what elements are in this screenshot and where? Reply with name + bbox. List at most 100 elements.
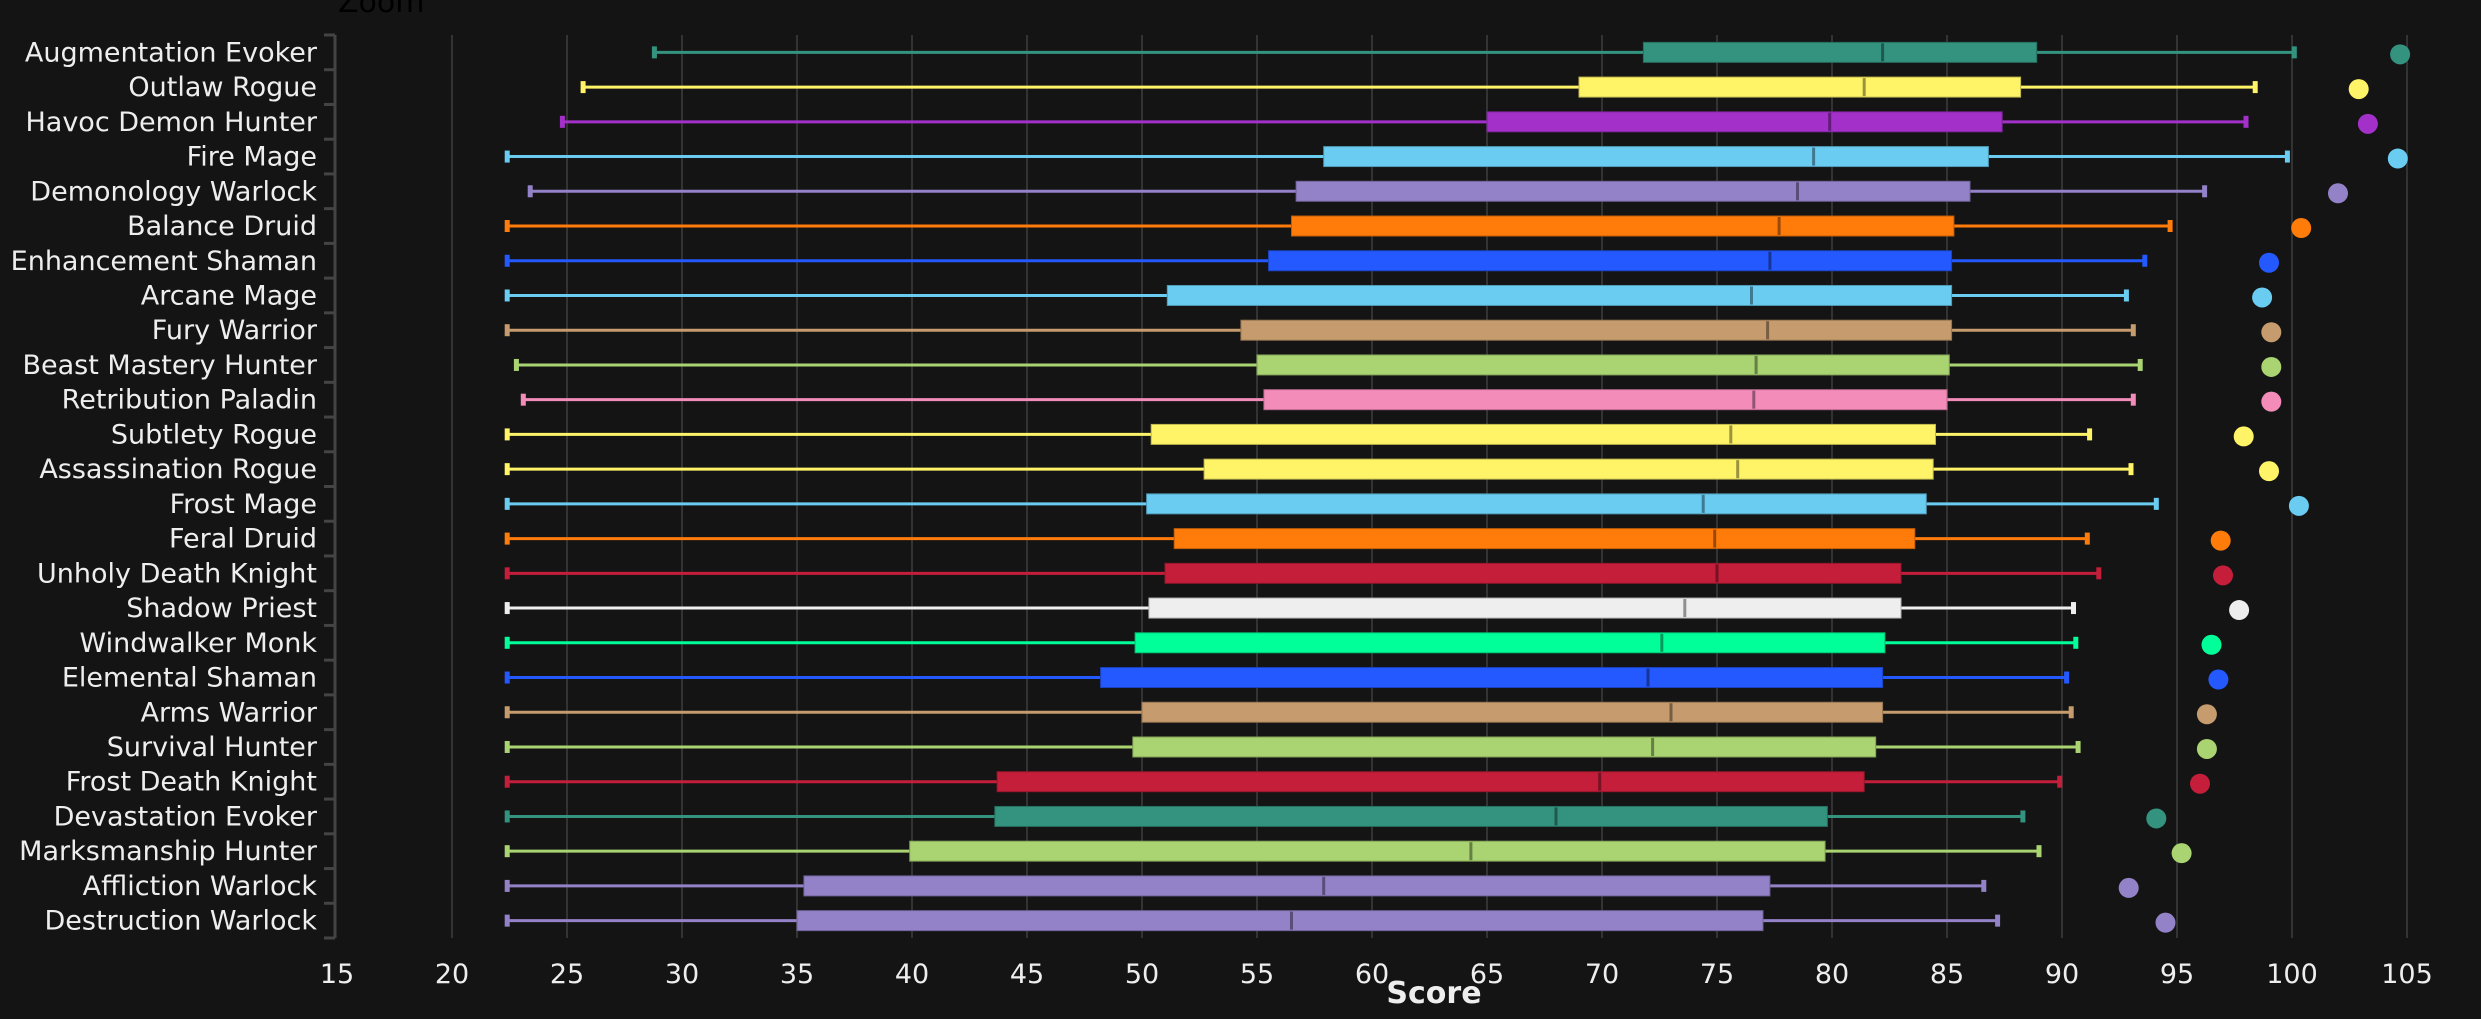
iqr-box	[1486, 111, 2003, 133]
y-category-label: Shadow Priest	[126, 593, 317, 624]
outlier-point	[2190, 773, 2210, 794]
box-group	[504, 701, 2217, 725]
box-group	[504, 632, 2222, 655]
iqr-box	[1166, 284, 1953, 306]
zoom-label[interactable]: Zoom	[338, 0, 424, 20]
x-tick-label: 25	[550, 959, 584, 990]
whisker-cap-min	[504, 497, 510, 510]
whisker-cap-max	[2075, 740, 2081, 753]
iqr-box	[1164, 562, 1902, 584]
whisker-cap-max	[2202, 185, 2208, 198]
box-group	[504, 771, 2210, 794]
x-tick-label: 50	[1125, 959, 1159, 990]
box-group	[580, 76, 2369, 100]
outlier-point	[2261, 322, 2282, 343]
outlier-point	[2210, 530, 2231, 551]
whisker-cap-min	[504, 914, 510, 927]
y-category-label: Frost Mage	[170, 489, 317, 520]
x-tick-label: 20	[435, 959, 469, 990]
outlier-point	[2387, 148, 2408, 169]
box-group	[504, 528, 2231, 551]
y-category-label: Destruction Warlock	[44, 906, 317, 937]
box-group	[651, 41, 2411, 65]
box-group	[504, 250, 2279, 273]
outlier-point	[2146, 808, 2167, 829]
boxplot-chart: Zoom Augmentation Evoker Outlaw Rogue Havo…	[11, 0, 2433, 1011]
x-tick-label: 60	[1355, 959, 1389, 990]
whisker-cap-min	[527, 185, 533, 198]
outlier-point	[2259, 252, 2279, 273]
iqr-box	[1578, 76, 2022, 98]
outlier-point	[2229, 600, 2250, 621]
y-category-label: Windwalker Monk	[79, 628, 317, 659]
iqr-box	[1203, 458, 1934, 480]
iqr-box	[1291, 215, 1955, 237]
y-category-label: Fire Mage	[187, 142, 317, 173]
box-group	[504, 458, 2279, 482]
whisker-cap-min	[504, 567, 510, 580]
box-group	[504, 840, 2192, 864]
whisker-cap-max	[2130, 393, 2136, 406]
whisker-cap-min	[504, 671, 510, 684]
y-category-label: Elemental Shaman	[62, 663, 317, 694]
iqr-box	[1132, 736, 1877, 758]
boxes	[504, 41, 2411, 933]
whisker-cap-max	[2036, 845, 2042, 858]
whisker-cap-max	[2284, 150, 2290, 163]
whisker-cap-max	[2073, 636, 2079, 649]
whisker-cap-max	[2153, 497, 2159, 510]
whisker-cap-max	[2057, 775, 2063, 788]
x-tick-label: 80	[1815, 959, 1849, 990]
y-category-label: Fury Warrior	[152, 315, 318, 346]
whisker-cap-max	[2291, 46, 2297, 59]
box-group	[504, 910, 2176, 933]
outlier-point	[2213, 565, 2233, 586]
y-category-label: Outlaw Rogue	[128, 72, 317, 103]
box-group	[504, 875, 2139, 898]
whisker-cap-max	[2142, 254, 2148, 267]
x-tick-label: 40	[895, 959, 929, 990]
x-tick-label: 100	[2266, 959, 2318, 990]
outlier-point	[2118, 877, 2139, 898]
iqr-box	[796, 910, 1764, 932]
x-tick-label: 95	[2160, 959, 2194, 990]
box-group	[504, 423, 2254, 447]
box-group	[513, 354, 2282, 377]
whisker-cap-min	[504, 324, 510, 337]
x-tick-label: 105	[2381, 959, 2433, 990]
whisker-cap-max	[2130, 324, 2136, 337]
box-group	[504, 562, 2233, 586]
whisker-cap-min	[580, 81, 586, 94]
whisker-cap-min	[504, 289, 510, 302]
outlier-point	[2291, 218, 2312, 239]
box-group	[504, 597, 2250, 621]
x-tick-label: 85	[1930, 959, 1964, 990]
box-group	[504, 319, 2282, 343]
iqr-box	[1134, 632, 1886, 654]
whisker-cap-max	[2123, 289, 2129, 302]
x-tick-label: 75	[1700, 959, 1734, 990]
iqr-box	[1150, 423, 1936, 445]
iqr-box	[1141, 701, 1884, 723]
box-group	[504, 146, 2408, 169]
box-group	[559, 111, 2378, 134]
x-axis-label: Score	[1386, 976, 1481, 1011]
box-group	[504, 667, 2229, 690]
whisker-cap-min	[504, 845, 510, 858]
whisker-cap-min	[504, 706, 510, 719]
iqr-box	[1146, 493, 1927, 515]
whisker-cap-max	[2087, 428, 2093, 441]
box-group	[504, 215, 2312, 239]
whisker-cap-max	[2167, 220, 2173, 233]
y-category-label: Assassination Rogue	[39, 454, 317, 485]
whisker-cap-min	[504, 775, 510, 788]
iqr-box	[1295, 180, 1971, 202]
iqr-box	[1323, 146, 1989, 168]
outlier-point	[2261, 356, 2282, 377]
x-axis: 15 20 25 30 35 40 45 50 55 60 65 70 75 80 85 90 95 100 105	[320, 959, 2433, 990]
iqr-box	[1240, 319, 1953, 341]
whisker-cap-min	[504, 220, 510, 233]
whisker-cap-max	[2243, 115, 2249, 128]
y-category-label: Survival Hunter	[107, 732, 318, 763]
iqr-box	[994, 805, 1828, 827]
